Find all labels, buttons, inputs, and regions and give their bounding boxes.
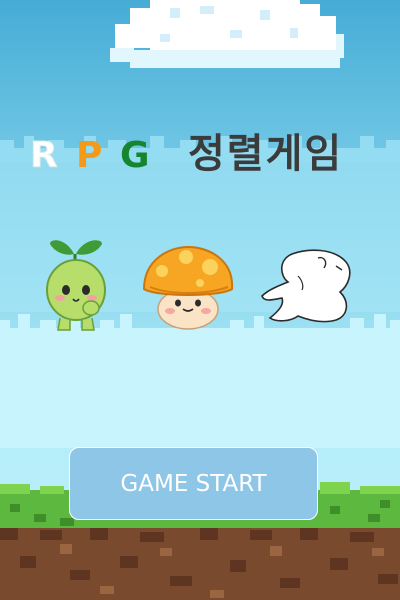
pixel-cloud <box>110 0 344 68</box>
game-title: R P G 정렬게임 <box>0 128 400 188</box>
game-start-button[interactable]: GAME START <box>69 447 318 520</box>
game-start-label: GAME START <box>120 470 267 497</box>
pixel-dirt <box>0 528 400 600</box>
title-korean: 정렬게임 <box>188 131 344 177</box>
sprout-character <box>46 240 106 331</box>
ghost-outline-character <box>261 249 351 323</box>
title-letter-r: R <box>30 135 59 176</box>
title-letter-p: P <box>76 135 103 176</box>
orange-mushroom-character <box>142 245 234 330</box>
title-letter-g: G <box>120 135 150 176</box>
